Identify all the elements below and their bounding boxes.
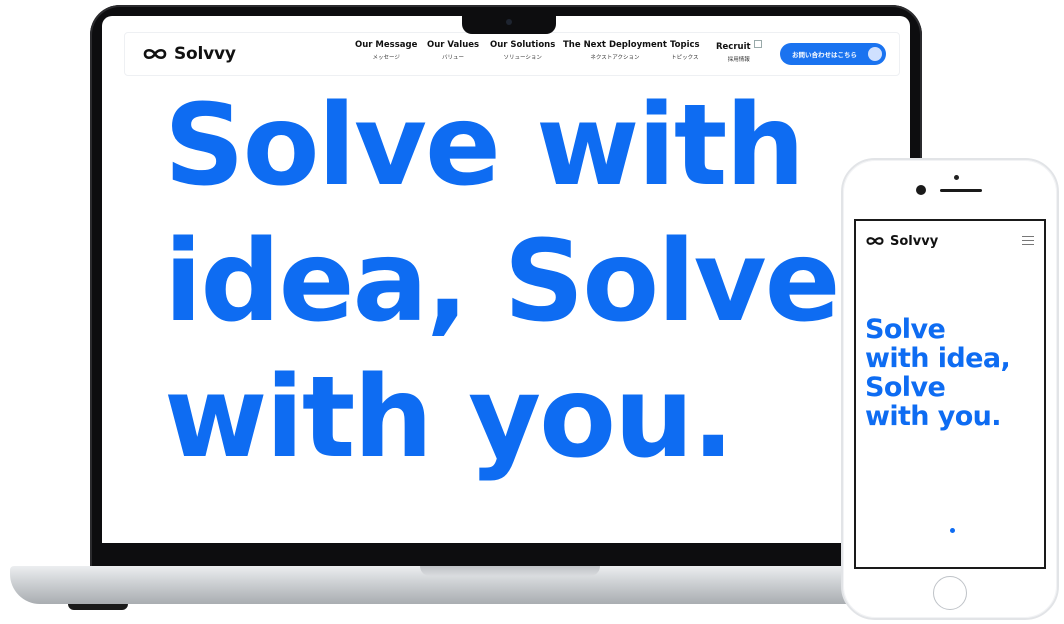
nav-our-message[interactable]: Our Message メッセージ [355, 40, 417, 61]
hamburger-menu-icon[interactable] [1022, 236, 1034, 246]
nav-sublabel: ソリューション [503, 55, 542, 61]
phone-speaker [940, 189, 982, 192]
nav-next-deployment[interactable]: The Next Deployment ネクストアクション [563, 40, 667, 61]
laptop-camera-icon [506, 19, 512, 25]
phone-frame: Solvvy Solve with idea, Solve with you. [841, 158, 1059, 620]
hero-line-1: Solve with [164, 81, 805, 211]
logo-infinity-icon[interactable] [864, 235, 886, 247]
nav-label: Our Solutions [490, 40, 556, 50]
mobile-logo-text[interactable]: Solvvy [890, 234, 938, 249]
desktop-logo[interactable]: Solvvy [141, 42, 236, 66]
desktop-header-nav: Solvvy Our Message メッセージ Our Values バリュー… [124, 32, 900, 76]
nav-topics[interactable]: Topics トピックス [670, 40, 700, 61]
mobile-hero-line-1: Solve [865, 314, 946, 345]
scroll-indicator-dot [950, 528, 955, 533]
nav-sublabel: バリュー [442, 55, 465, 61]
nav-label: Topics [670, 40, 700, 50]
contact-button-label: お問い合わせはこちら [792, 51, 857, 59]
mobile-hero-headline: Solve with idea, Solve with you. [865, 314, 1011, 432]
nav-sublabel: メッセージ [372, 55, 400, 61]
logo-text: Solvvy [174, 44, 236, 64]
desktop-website-screen: Solvvy Our Message メッセージ Our Values バリュー… [102, 16, 910, 543]
nav-sublabel: ネクストアクション [590, 55, 640, 61]
phone-sensor-icon [954, 175, 959, 180]
home-button[interactable] [933, 576, 967, 610]
nav-our-values[interactable]: Our Values バリュー [427, 40, 479, 61]
laptop-notch [462, 14, 556, 34]
mobile-hero-line-4: with you. [865, 401, 1002, 432]
nav-label: The Next Deployment [563, 40, 667, 50]
nav-label: Our Values [427, 40, 480, 50]
contact-button[interactable]: お問い合わせはこちら [780, 43, 886, 65]
laptop-bezel-bottom [100, 543, 912, 563]
mobile-header: Solvvy [864, 229, 1036, 253]
mobile-hero-line-3: Solve [865, 372, 946, 403]
logo-infinity-icon [143, 48, 167, 60]
nav-our-solutions[interactable]: Our Solutions ソリューション [490, 40, 555, 61]
arrow-circle-icon [868, 47, 882, 61]
phone-camera-icon [916, 185, 926, 195]
nav-recruit[interactable]: Recruit 採用情報 [716, 40, 762, 63]
laptop-foot [68, 604, 128, 610]
mobile-hero-line-2: with idea, [865, 343, 1011, 374]
hero-line-3: with you. [164, 353, 734, 483]
mobile-website-screen: Solvvy Solve with idea, Solve with you. [854, 219, 1046, 569]
nav-sublabel: 採用情報 [727, 57, 750, 63]
external-link-icon [753, 40, 762, 48]
nav-label: Recruit [716, 40, 762, 52]
nav-sublabel: トピックス [671, 55, 699, 61]
hero-line-2: idea, Solve [164, 217, 841, 347]
recruit-label: Recruit [716, 42, 751, 52]
nav-label: Our Message [355, 40, 418, 50]
laptop-open-notch [420, 566, 600, 576]
hero-headline: Solve with idea, Solve with you. [164, 78, 841, 486]
